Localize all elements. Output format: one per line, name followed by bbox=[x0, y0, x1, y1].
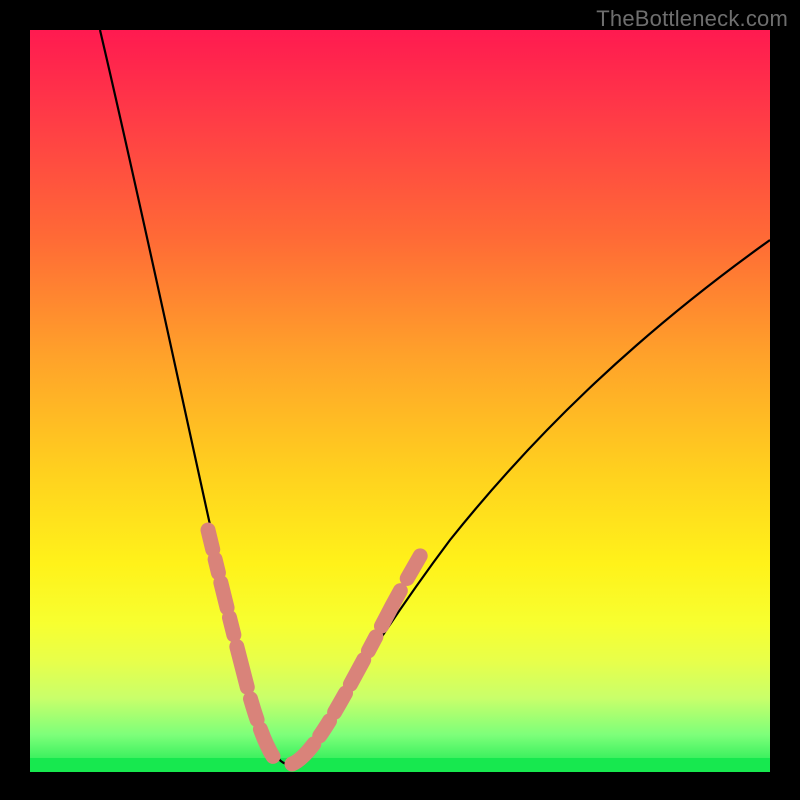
curve-beads-right bbox=[292, 536, 432, 764]
chart-frame: TheBottleneck.com bbox=[0, 0, 800, 800]
curve-path bbox=[100, 30, 770, 764]
watermark-text: TheBottleneck.com bbox=[596, 6, 788, 32]
chart-curve bbox=[30, 30, 770, 772]
chart-plot-area bbox=[30, 30, 770, 772]
curve-beads-left bbox=[208, 530, 292, 765]
